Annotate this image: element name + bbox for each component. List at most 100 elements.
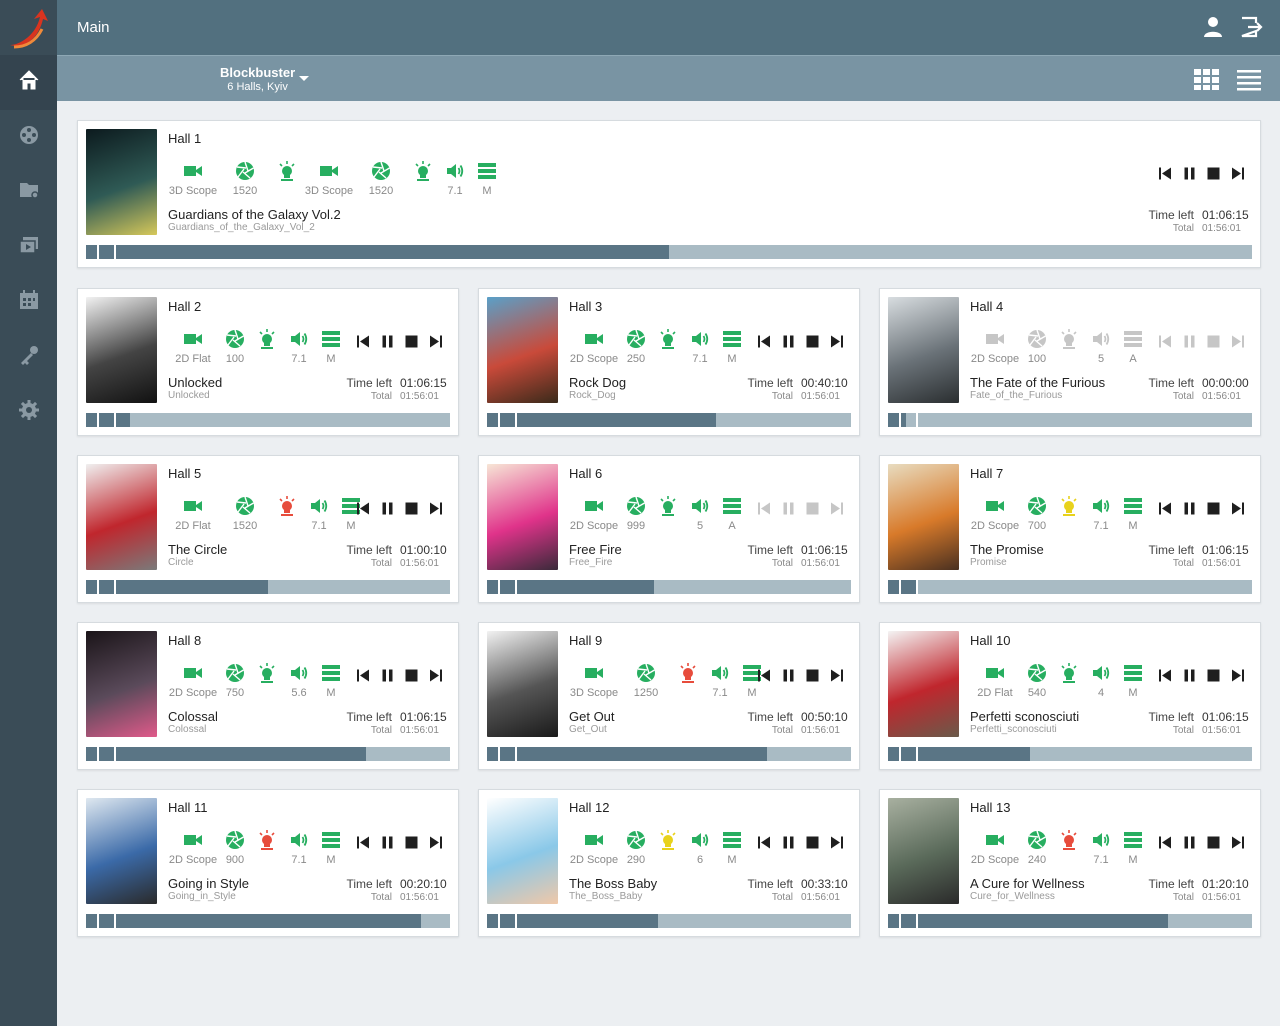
equipment-lamp[interactable]: [653, 329, 683, 365]
brand-logo[interactable]: [0, 0, 57, 55]
nav-item-calendar[interactable]: [0, 275, 57, 330]
pause-button[interactable]: [381, 502, 394, 515]
equipment-lens[interactable]: 540: [1022, 663, 1052, 699]
nav-item-playlist[interactable]: [0, 220, 57, 275]
equipment-sound[interactable]: 6: [685, 830, 715, 866]
chevron-down-icon[interactable]: [299, 76, 309, 81]
equipment-list[interactable]: A: [1118, 329, 1148, 365]
progress-bar[interactable]: [86, 747, 450, 761]
equipment-lens[interactable]: 100: [1022, 329, 1052, 365]
equipment-lamp[interactable]: [272, 496, 302, 532]
stop-button[interactable]: [1207, 836, 1220, 849]
previous-button[interactable]: [758, 502, 771, 515]
progress-bar[interactable]: [487, 914, 851, 928]
next-button[interactable]: [830, 502, 843, 515]
nav-item-film-reel[interactable]: [0, 110, 57, 165]
equipment-sound[interactable]: 5.6: [284, 663, 314, 699]
previous-button[interactable]: [758, 335, 771, 348]
nav-item-home[interactable]: [0, 55, 57, 110]
equipment-lens[interactable]: 1520: [220, 496, 270, 532]
next-button[interactable]: [1231, 836, 1244, 849]
equipment-lamp[interactable]: [1054, 663, 1084, 699]
equipment-lamp[interactable]: [252, 830, 282, 866]
list-view-icon[interactable]: [1236, 67, 1262, 91]
equipment-projector[interactable]: 3D Scope: [569, 663, 619, 699]
user-icon[interactable]: [1201, 15, 1225, 39]
equipment-projector[interactable]: 2D Flat: [168, 496, 218, 532]
equipment-projector[interactable]: 3D Scope: [304, 161, 354, 197]
next-button[interactable]: [429, 335, 442, 348]
equipment-lamp[interactable]: [673, 663, 703, 699]
hall-card[interactable]: Hall 10 2D Flat 540 4 M Perfetti sconosciuti P…: [879, 622, 1261, 770]
nav-item-settings-gear[interactable]: [0, 385, 57, 440]
previous-button[interactable]: [1159, 836, 1172, 849]
pause-button[interactable]: [782, 502, 795, 515]
nav-item-folder-settings[interactable]: [0, 165, 57, 220]
next-button[interactable]: [830, 335, 843, 348]
equipment-list[interactable]: A: [717, 496, 747, 532]
hall-card[interactable]: Hall 13 2D Scope 240 7.1 M A Cure for Wellnes…: [879, 789, 1261, 937]
equipment-list[interactable]: M: [316, 830, 346, 866]
hall-card[interactable]: Hall 12 2D Scope 290 6 M The Boss Baby The_Bos…: [478, 789, 860, 937]
stop-button[interactable]: [405, 502, 418, 515]
pause-button[interactable]: [782, 669, 795, 682]
equipment-lamp[interactable]: [408, 161, 438, 197]
stop-button[interactable]: [1207, 669, 1220, 682]
hall-card[interactable]: Hall 9 3D Scope 1250 7.1 M Get Out Get_Out Time…: [478, 622, 860, 770]
pause-button[interactable]: [381, 669, 394, 682]
equipment-sound[interactable]: 7.1: [1086, 496, 1116, 532]
equipment-projector[interactable]: 2D Scope: [168, 830, 218, 866]
progress-bar[interactable]: [86, 245, 1252, 259]
next-button[interactable]: [830, 669, 843, 682]
progress-bar[interactable]: [487, 580, 851, 594]
equipment-list[interactable]: M: [1118, 496, 1148, 532]
equipment-projector[interactable]: 2D Scope: [569, 329, 619, 365]
next-button[interactable]: [1231, 669, 1244, 682]
equipment-lamp[interactable]: [653, 496, 683, 532]
progress-bar[interactable]: [487, 747, 851, 761]
equipment-lamp[interactable]: [1054, 830, 1084, 866]
equipment-projector[interactable]: 2D Scope: [970, 830, 1020, 866]
equipment-sound[interactable]: 7.1: [685, 329, 715, 365]
hall-card[interactable]: Hall 1 3D Scope 1520 3D Scope 1520 7.1 M Guardi…: [77, 120, 1261, 268]
equipment-sound[interactable]: 5: [1086, 329, 1116, 365]
hall-card[interactable]: Hall 8 2D Scope 750 5.6 M Colossal Colossal Tim…: [77, 622, 459, 770]
previous-button[interactable]: [758, 669, 771, 682]
stop-button[interactable]: [806, 335, 819, 348]
equipment-lamp[interactable]: [653, 830, 683, 866]
previous-button[interactable]: [1159, 502, 1172, 515]
next-button[interactable]: [1231, 502, 1244, 515]
equipment-list[interactable]: M: [717, 830, 747, 866]
progress-bar[interactable]: [86, 413, 450, 427]
next-button[interactable]: [429, 669, 442, 682]
hall-card[interactable]: Hall 2 2D Flat 100 7.1 M Unlocked Unlocked Time…: [77, 288, 459, 436]
cinema-selector[interactable]: Blockbuster 6 Halls, Kyiv: [220, 65, 295, 93]
previous-button[interactable]: [1159, 167, 1172, 180]
previous-button[interactable]: [758, 836, 771, 849]
previous-button[interactable]: [1159, 335, 1172, 348]
previous-button[interactable]: [1159, 669, 1172, 682]
equipment-list[interactable]: M: [717, 329, 747, 365]
equipment-lamp[interactable]: [252, 663, 282, 699]
equipment-lens[interactable]: 750: [220, 663, 250, 699]
equipment-lens[interactable]: 700: [1022, 496, 1052, 532]
grid-view-icon[interactable]: [1193, 67, 1219, 91]
equipment-lamp[interactable]: [1054, 329, 1084, 365]
stop-button[interactable]: [405, 335, 418, 348]
equipment-lens[interactable]: 999: [621, 496, 651, 532]
progress-bar[interactable]: [888, 580, 1252, 594]
pause-button[interactable]: [381, 836, 394, 849]
progress-bar[interactable]: [888, 413, 1252, 427]
nav-item-key[interactable]: [0, 330, 57, 385]
equipment-lens[interactable]: 1520: [220, 161, 270, 197]
equipment-lens[interactable]: 290: [621, 830, 651, 866]
previous-button[interactable]: [357, 669, 370, 682]
previous-button[interactable]: [357, 335, 370, 348]
equipment-projector[interactable]: 2D Scope: [569, 830, 619, 866]
equipment-sound[interactable]: 7.1: [705, 663, 735, 699]
previous-button[interactable]: [357, 502, 370, 515]
stop-button[interactable]: [405, 669, 418, 682]
equipment-projector[interactable]: 2D Scope: [569, 496, 619, 532]
hall-card[interactable]: Hall 11 2D Scope 900 7.1 M Going in Style Goin…: [77, 789, 459, 937]
equipment-lamp[interactable]: [272, 161, 302, 197]
